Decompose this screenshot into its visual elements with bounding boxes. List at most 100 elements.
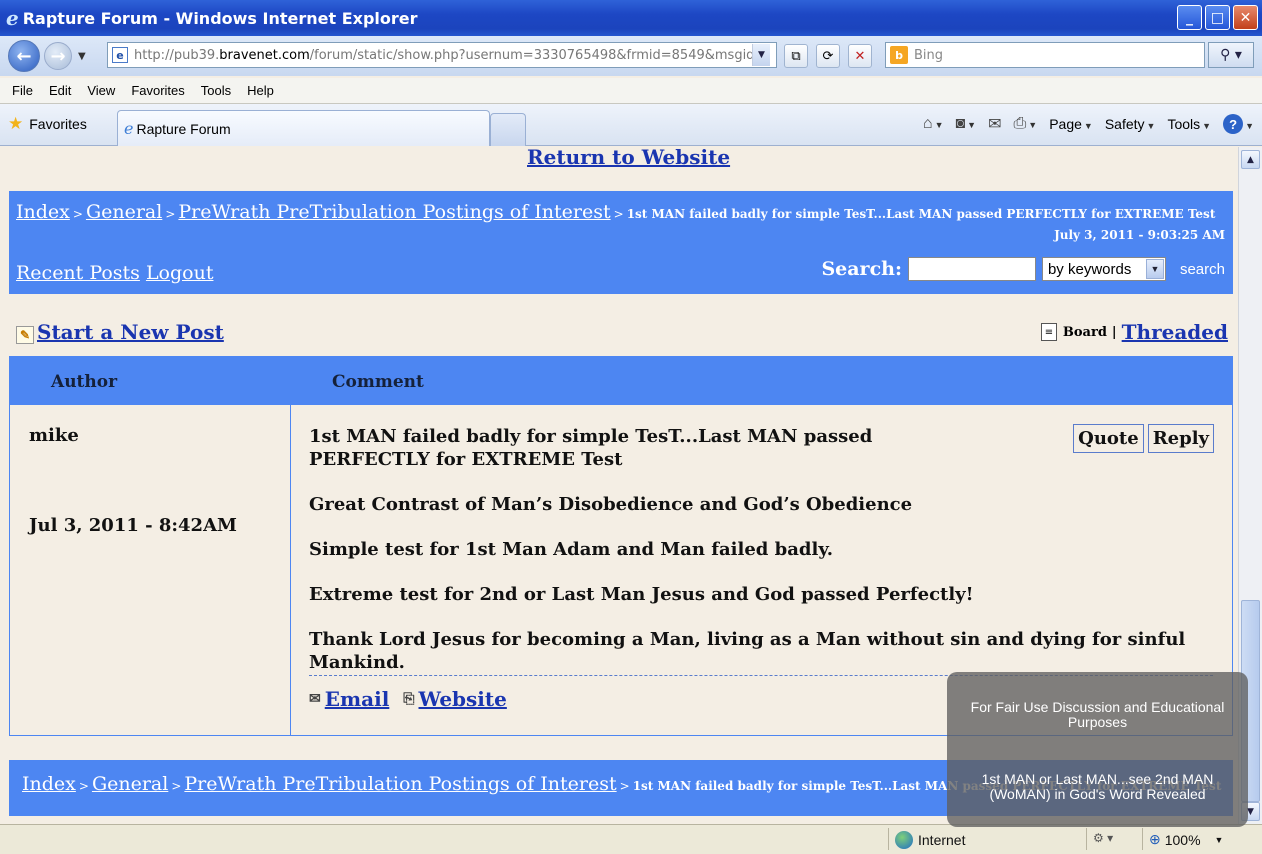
security-zone: Internet [895,831,965,849]
chevron-down-icon: ▼ [1145,259,1164,279]
breadcrumb: Index > General > PreWrath PreTribulation Po… [16,201,1216,223]
post-paragraph: Great Contrast of Man’s Disobedience and… [309,494,913,515]
protected-mode-icon[interactable]: ⚙ ▾ [1093,831,1113,845]
url-text: http://pub39.bravenet.com/forum/static/s… [134,47,752,63]
breadcrumb-general[interactable]: General [92,773,168,795]
recent-pages-dropdown[interactable]: ▼ [78,51,86,62]
favorites-button[interactable]: ★ Favorites [8,114,87,134]
breadcrumb-board[interactable]: PreWrath PreTribulation Postings of Inte… [178,201,610,223]
post-paragraph: Extreme test for 2nd or Last Man Jesus a… [309,584,974,605]
search-mode-select[interactable]: by keywords ▼ [1041,257,1166,281]
globe-icon [895,831,913,849]
menu-file[interactable]: File [12,83,33,98]
zoom-control[interactable]: ⊕ 100% ▼ [1149,831,1223,848]
tab-rapture-forum[interactable]: e Rapture Forum [117,110,490,146]
breadcrumb-current: 1st MAN failed badly for simple TesT...L… [626,207,1216,221]
status-bar: Internet ⚙ ▾ ⊕ 100% ▼ [0,824,1262,854]
menu-tools[interactable]: Tools [201,83,231,98]
print-button[interactable]: ⎙ ▼ [1013,115,1037,133]
header-bar: Index > General > PreWrath PreTribulation Po… [9,191,1233,294]
address-toolbar: ← → ▼ e http://pub39.bravenet.com/forum/… [0,36,1262,76]
rss-icon: ◙ [955,115,966,132]
mail-button[interactable]: ✉ [988,114,1001,134]
menu-favorites[interactable]: Favorites [131,83,184,98]
help-button[interactable]: ? ▼ [1223,114,1254,134]
recent-posts-link[interactable]: Recent Posts [16,262,140,284]
tools-menu[interactable]: Tools ▼ [1167,116,1211,132]
breadcrumb-index[interactable]: Index [16,201,70,223]
column-divider [290,357,291,735]
post-body: 1st MAN failed badly for simple TesT...L… [309,425,1219,674]
help-icon: ? [1223,114,1244,134]
window-title: Rapture Forum - Windows Internet Explore… [22,8,418,28]
reply-button[interactable]: Reply [1147,424,1214,453]
refresh-icon[interactable]: ⟳ [816,44,840,68]
ie-logo-icon: e [6,6,19,30]
caption-overlay: For Fair Use Discussion and Educational … [947,672,1248,827]
breadcrumb-board[interactable]: PreWrath PreTribulation Postings of Inte… [184,773,616,795]
start-new-post-link[interactable]: Start a New Post [37,320,224,344]
table-header: Author Comment [10,357,1232,405]
window-controls: _ □ ✕ [1177,5,1258,30]
forum-search: Search: by keywords ▼ search [821,257,1225,281]
stop-icon[interactable]: ✕ [848,44,872,68]
post-contact: ✉ Email ⎘ Website [309,687,521,711]
printer-icon: ⎙ [1013,115,1027,132]
compatibility-view-icon[interactable]: ⧉ [784,44,808,68]
safety-menu[interactable]: Safety ▼ [1105,116,1156,132]
new-post: ✎ Start a New Post [16,320,224,344]
user-links: Recent Posts Logout [16,262,219,284]
address-field[interactable]: e http://pub39.bravenet.com/forum/static… [107,42,777,68]
email-link[interactable]: Email [325,687,390,711]
author-column-header: Author [51,372,118,392]
title-bar: e Rapture Forum - Windows Internet Explo… [0,0,1262,36]
breadcrumb-index[interactable]: Index [22,773,76,795]
view-mode: ≡ Board | Threaded [1040,320,1228,344]
feeds-button[interactable]: ◙ ▼ [955,115,976,133]
return-to-website-link[interactable]: Return to Website [527,147,730,169]
bing-icon: b [890,46,908,64]
zoom-icon: ⊕ [1149,831,1161,847]
board-view-icon: ≡ [1040,323,1057,341]
email-icon: ✉ [309,691,321,707]
home-button[interactable]: ⌂ ▼ [923,115,944,133]
menu-bar: File Edit View Favorites Tools Help [0,78,1262,104]
search-label: Search: [821,258,902,280]
post-paragraph: Thank Lord Jesus for becoming a Man, liv… [309,629,1186,673]
ie-tab-icon: e [124,119,134,138]
home-icon: ⌂ [922,115,933,132]
new-post-icon: ✎ [16,326,34,344]
forum-search-input[interactable] [907,257,1036,281]
mail-icon: ✉ [988,116,1002,133]
threaded-view-link[interactable]: Threaded [1122,320,1228,344]
menu-view[interactable]: View [87,83,115,98]
address-dropdown-icon[interactable]: ▼ [752,44,770,66]
forward-button[interactable]: → [44,42,72,70]
post-actions: Quote Reply [1073,424,1214,453]
command-bar: ⌂ ▼ ◙ ▼ ✉ ⎙ ▼ Page ▼ Safety ▼ Tools ▼ ? ▼ [923,114,1254,134]
minimize-button[interactable]: _ [1177,5,1202,30]
comment-column-header: Comment [332,372,424,392]
page-icon: e [112,47,128,63]
page-menu[interactable]: Page ▼ [1049,116,1093,132]
website-icon: ⎘ [403,691,415,707]
caption-line-2: 1st MAN or Last MAN...see 2nd MAN (WoMAN… [981,771,1214,802]
search-go-button[interactable]: ⚲ ▾ [1208,42,1254,68]
post-subject: 1st MAN failed badly for simple TesT...L… [309,426,873,470]
menu-edit[interactable]: Edit [49,83,71,98]
breadcrumb-general[interactable]: General [86,201,162,223]
search-field[interactable]: b Bing [885,42,1205,68]
header-datetime: July 3, 2011 - 9:03:25 AM [1054,228,1225,242]
website-link[interactable]: Website [419,687,507,711]
menu-help[interactable]: Help [247,83,274,98]
post-author: mike [29,425,79,446]
new-tab-button[interactable] [490,113,526,146]
close-button[interactable]: ✕ [1233,5,1258,30]
maximize-button[interactable]: □ [1205,5,1230,30]
back-button[interactable]: ← [8,40,40,72]
quote-button[interactable]: Quote [1073,424,1144,453]
logout-link[interactable]: Logout [146,262,214,284]
post-date: Jul 3, 2011 - 8:42AM [29,515,237,536]
scroll-up-icon[interactable]: ▲ [1241,150,1260,169]
forum-search-button[interactable]: search [1180,261,1225,278]
